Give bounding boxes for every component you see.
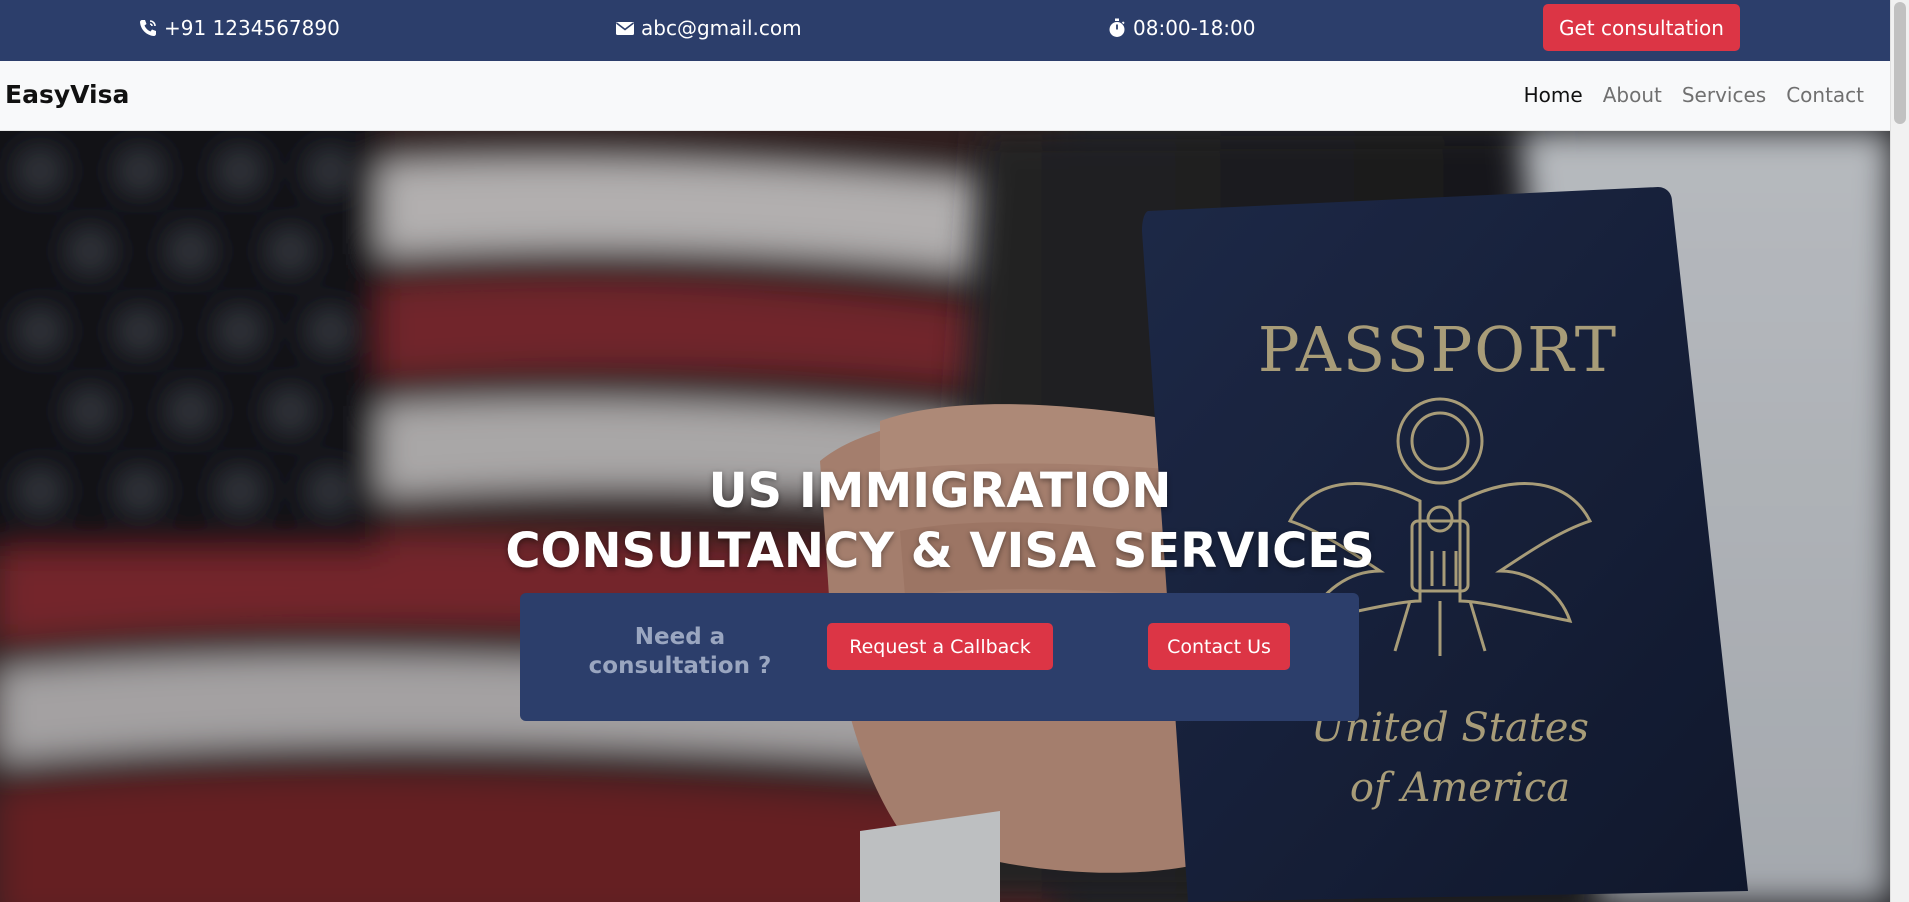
request-callback-button[interactable]: Request a Callback bbox=[827, 623, 1053, 670]
nav-links: Home About Services Contact bbox=[1524, 83, 1864, 107]
phone-info: +91 1234567890 bbox=[138, 16, 340, 40]
nav-link-contact[interactable]: Contact bbox=[1786, 83, 1864, 107]
phone-icon bbox=[140, 20, 156, 36]
hero-section: PASSPORT United States of America US IMM… bbox=[0, 131, 1890, 902]
consultation-prompt: Need a consultation ? bbox=[588, 624, 772, 679]
nav-link-services[interactable]: Services bbox=[1682, 83, 1766, 107]
hero-title-line1: US IMMIGRATION bbox=[708, 463, 1172, 519]
nav-link-home[interactable]: Home bbox=[1524, 83, 1583, 107]
top-info-bar: +91 1234567890 abc@gmail.com 08:00-18:00… bbox=[0, 0, 1890, 61]
consultation-panel: Need a consultation ? Request a Callback… bbox=[520, 593, 1359, 721]
contact-us-button[interactable]: Contact Us bbox=[1148, 623, 1290, 670]
get-consultation-button[interactable]: Get consultation bbox=[1543, 4, 1740, 51]
brand-logo[interactable]: EasyVisa bbox=[5, 80, 129, 109]
navbar: EasyVisa Home About Services Contact bbox=[0, 61, 1890, 131]
email-info: abc@gmail.com bbox=[615, 16, 802, 40]
stopwatch-icon bbox=[1109, 18, 1125, 37]
page-scrollbar[interactable] bbox=[1890, 0, 1909, 902]
phone-number: +91 1234567890 bbox=[164, 16, 340, 40]
scrollbar-thumb[interactable] bbox=[1894, 2, 1906, 124]
hours-info: 08:00-18:00 bbox=[1107, 16, 1256, 40]
email-address: abc@gmail.com bbox=[641, 16, 802, 40]
hero-title-line2: CONSULTANCY & VISA SERVICES bbox=[505, 523, 1375, 579]
hero-title: US IMMIGRATION CONSULTANCY & VISA SERVIC… bbox=[0, 461, 1880, 581]
envelope-icon bbox=[616, 22, 634, 35]
nav-link-about[interactable]: About bbox=[1603, 83, 1662, 107]
business-hours: 08:00-18:00 bbox=[1133, 16, 1256, 40]
